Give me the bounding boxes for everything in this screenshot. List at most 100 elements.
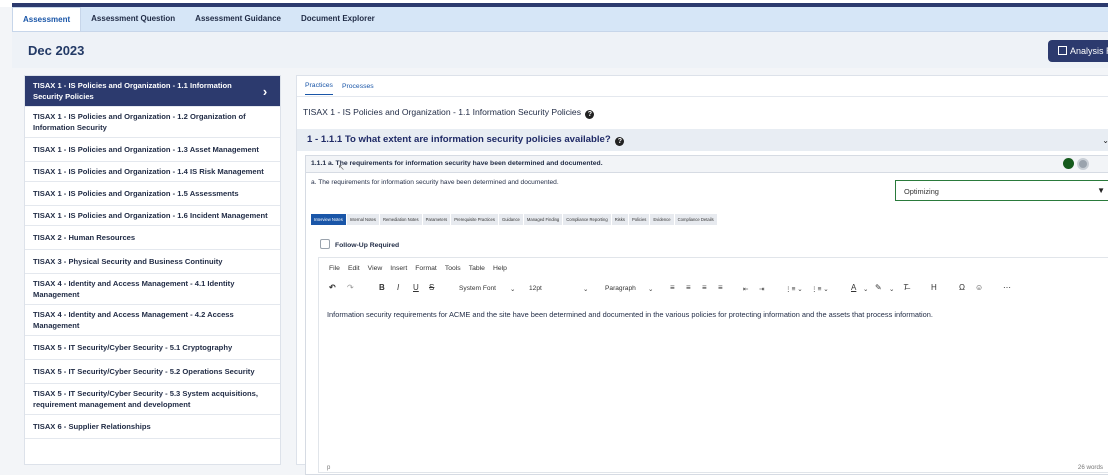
align-center-icon[interactable]: ≡ xyxy=(686,283,691,292)
sidebar-item-4-2[interactable]: TISAX 4 - Identity and Access Management… xyxy=(25,305,280,336)
strikethrough-icon[interactable]: S xyxy=(429,283,434,292)
menu-edit[interactable]: Edit xyxy=(348,265,360,272)
tab-compliance-details[interactable]: Compliance Details xyxy=(674,214,717,225)
more-icon[interactable]: ⋯ xyxy=(1003,283,1011,292)
outdent-icon[interactable]: ⇤ xyxy=(743,285,749,293)
tab-prerequisite-practices[interactable]: Prerequisite Practices xyxy=(451,214,498,225)
sidebar-item-label: TISAX 4 - Identity and Access Management… xyxy=(33,279,235,299)
tab-internal-notes[interactable]: Internal Notes xyxy=(346,214,379,225)
sidebar-item-5-3[interactable]: TISAX 5 - IT Security/Cyber Security - 5… xyxy=(25,384,280,415)
checkbox-icon[interactable] xyxy=(320,239,330,249)
chevron-right-icon: › xyxy=(262,83,268,99)
menu-help[interactable]: Help xyxy=(493,265,507,272)
clear-format-icon[interactable]: T̶ xyxy=(903,283,908,292)
page-title: Dec 2023 xyxy=(28,43,85,58)
sidebar-item-1-6[interactable]: TISAX 1 - IS Policies and Organization -… xyxy=(25,206,280,226)
avatar[interactable] xyxy=(1077,158,1089,170)
bold-icon[interactable]: B xyxy=(379,283,385,292)
align-right-icon[interactable]: ≡ xyxy=(702,283,707,292)
sidebar-item-label: TISAX 1 - IS Policies and Organization -… xyxy=(33,211,268,220)
sidebar-item-label: TISAX 5 - IT Security/Cyber Security - 5… xyxy=(33,389,258,409)
tab-compliance-reporting[interactable]: Compliance Reporting xyxy=(563,214,611,225)
text-color-icon[interactable]: A xyxy=(851,283,856,292)
editor-status-path: p xyxy=(327,465,331,471)
practice-title-text: TISAX 1 - IS Policies and Organization -… xyxy=(303,107,581,117)
highlight-icon[interactable]: ✎ xyxy=(875,283,882,292)
sidebar-item-3[interactable]: TISAX 3 - Physical Security and Business… xyxy=(25,250,280,274)
tab-document-explorer[interactable]: Document Explorer xyxy=(291,7,385,31)
block-format-select[interactable]: Paragraph xyxy=(605,285,636,292)
practice-title: TISAX 1 - IS Policies and Organization -… xyxy=(303,107,595,119)
sidebar-item-5-1[interactable]: TISAX 5 - IT Security/Cyber Security - 5… xyxy=(25,336,280,360)
requirement-text: a. The requirements for information secu… xyxy=(311,179,559,186)
chevron-down-icon: ⌄ xyxy=(648,286,654,293)
caret-down-icon: ▼ xyxy=(1097,186,1105,195)
tab-policies[interactable]: Policies xyxy=(628,214,650,225)
align-justify-icon[interactable]: ≡ xyxy=(718,283,723,292)
italic-icon[interactable]: I xyxy=(397,283,399,292)
emoji-icon[interactable]: ☺ xyxy=(975,283,983,292)
sidebar-item-2[interactable]: TISAX 2 - Human Resources xyxy=(25,226,280,250)
tab-risks[interactable]: Risks xyxy=(611,214,628,225)
tab-managed-finding[interactable]: Managed Finding xyxy=(523,214,563,225)
sidebar-item-label: TISAX 2 - Human Resources xyxy=(33,233,136,242)
requirement-header: 1.1.1 a. The requirements for informatio… xyxy=(306,156,1108,173)
special-char-icon[interactable]: Ω xyxy=(959,283,965,292)
help-icon[interactable]: ? xyxy=(585,110,595,119)
menu-tools[interactable]: Tools xyxy=(445,265,461,272)
sidebar-item-1-4[interactable]: TISAX 1 - IS Policies and Organization -… xyxy=(25,162,280,182)
tab-assessment-question[interactable]: Assessment Question xyxy=(81,7,185,31)
sidebar-item-4-1[interactable]: TISAX 4 - Identity and Access Management… xyxy=(25,274,280,305)
sidebar-item-label: TISAX 5 - IT Security/Cyber Security - 5… xyxy=(33,343,233,352)
editor-content[interactable]: Information security requirements for AC… xyxy=(327,310,933,319)
menu-insert[interactable]: Insert xyxy=(390,265,407,272)
chevron-down-icon[interactable]: ⌄ xyxy=(1102,136,1108,145)
rich-text-editor[interactable]: File Edit View Insert Format Tools Table… xyxy=(318,257,1108,473)
font-family-select[interactable]: System Font xyxy=(459,285,496,292)
sidebar-item-label: TISAX 1 - IS Policies and Organization -… xyxy=(33,81,232,101)
sidebar-item-6[interactable]: TISAX 6 - Supplier Relationships xyxy=(25,415,280,439)
panel-subtabs: Practices Processes xyxy=(297,76,1108,97)
sidebar: TISAX 1 - IS Policies and Organization -… xyxy=(24,75,281,465)
tab-guidance[interactable]: Guidance xyxy=(498,214,523,225)
tab-assessment-guidance[interactable]: Assessment Guidance xyxy=(185,7,291,31)
mouse-cursor-icon: ↖ xyxy=(338,163,345,172)
tab-interview-notes[interactable]: Interview Notes xyxy=(311,214,346,225)
menu-table[interactable]: Table xyxy=(469,265,485,272)
maturity-select[interactable]: Optimizing ▼ xyxy=(895,180,1108,201)
numbered-list-icon[interactable]: ⋮≡ ⌄ xyxy=(785,285,803,293)
analysis-report-button[interactable]: Analysis Repo xyxy=(1048,40,1108,62)
page-break-icon[interactable]: H xyxy=(931,283,937,292)
requirement-card: 1.1.1 a. The requirements for informatio… xyxy=(305,155,1108,475)
bullet-list-icon[interactable]: ⋮≡ ⌄ xyxy=(811,285,829,293)
sidebar-item-1-5[interactable]: TISAX 1 - IS Policies and Organization -… xyxy=(25,182,280,206)
font-size-select[interactable]: 12pt xyxy=(529,285,542,292)
align-left-icon[interactable]: ≡ xyxy=(670,283,675,292)
menu-format[interactable]: Format xyxy=(415,265,437,272)
sidebar-item-1-2[interactable]: TISAX 1 - IS Policies and Organization -… xyxy=(25,107,280,138)
follow-up-checkbox[interactable]: Follow-Up Required xyxy=(320,239,399,249)
menu-view[interactable]: View xyxy=(368,265,383,272)
help-icon[interactable]: ? xyxy=(615,137,625,146)
tab-processes[interactable]: Processes xyxy=(342,78,374,95)
underline-icon[interactable]: U xyxy=(413,283,419,292)
sidebar-item-1-3[interactable]: TISAX 1 - IS Policies and Organization -… xyxy=(25,138,280,162)
sidebar-item-5-2[interactable]: TISAX 5 - IT Security/Cyber Security - 5… xyxy=(25,360,280,384)
tab-remediation-notes[interactable]: Remediation Notes xyxy=(379,214,422,225)
tab-practices[interactable]: Practices xyxy=(305,77,333,95)
question-bar[interactable]: 1 - 1.1.1 To what extent are information… xyxy=(297,129,1108,151)
question-text: 1 - 1.1.1 To what extent are information… xyxy=(307,134,611,145)
redo-icon[interactable]: ↷ xyxy=(347,283,354,292)
indent-icon[interactable]: ⇥ xyxy=(759,285,765,293)
chevron-down-icon: ⌄ xyxy=(583,286,589,293)
sidebar-item-1-1[interactable]: TISAX 1 - IS Policies and Organization -… xyxy=(25,76,280,107)
requirement-title: 1.1.1 a. The requirements for informatio… xyxy=(311,160,603,167)
question-title: 1 - 1.1.1 To what extent are information… xyxy=(307,134,625,146)
tab-evidence[interactable]: Evidence xyxy=(650,214,674,225)
undo-icon[interactable]: ↶ xyxy=(329,283,336,292)
menu-file[interactable]: File xyxy=(329,265,340,272)
tab-parameters[interactable]: Parameters xyxy=(422,214,451,225)
chevron-down-icon: ⌄ xyxy=(510,286,516,293)
sidebar-item-label: TISAX 6 - Supplier Relationships xyxy=(33,422,151,431)
tab-assessment[interactable]: Assessment xyxy=(12,7,82,31)
